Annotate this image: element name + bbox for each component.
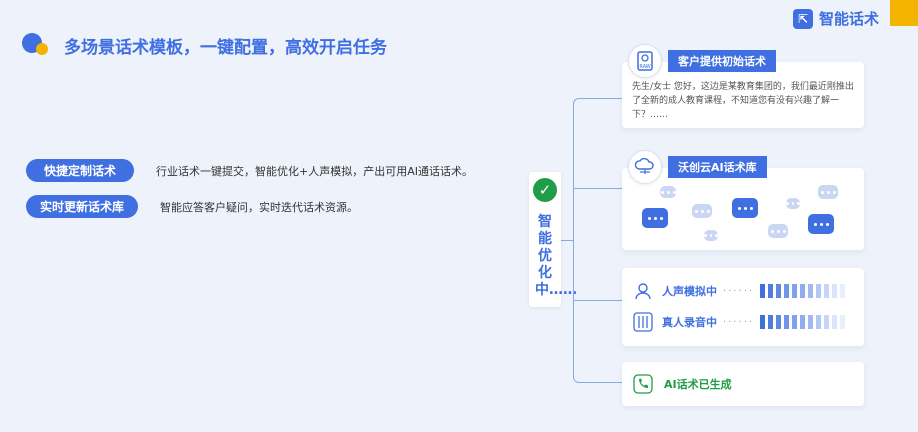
optimizing-text: 智能优化中…… — [535, 214, 577, 298]
flow-connector — [561, 240, 573, 241]
chat-bubble-icon — [692, 204, 712, 218]
brand-logo-icon: ⇱ — [793, 8, 813, 29]
optimizing-badge: ✓ 智能优化中…… — [529, 172, 577, 307]
feature-desc-custom: 行业话术一键提交，智能优化+人声模拟，产出可用AI通话话术。 — [156, 164, 473, 178]
phone-icon — [632, 373, 654, 395]
flow-connector — [573, 300, 623, 301]
card-head: 沃创云AI话术库 — [628, 150, 767, 184]
card-head: RAW 客户提供初始话术 — [628, 44, 776, 78]
raw-file-icon: RAW — [628, 44, 662, 78]
page-title: 多场景话术模板，一键配置，高效开启任务 — [64, 38, 387, 58]
voice-level-bars — [760, 284, 846, 298]
feature-update: 实时更新话术库 智能应答客户疑问，实时迭代话术资源。 — [26, 195, 358, 218]
card-tag-initial: 客户提供初始话术 — [668, 50, 776, 72]
chat-bubble-icon — [732, 198, 758, 218]
record-level-bars — [760, 315, 846, 329]
voice-sim-label: 人声模拟中 — [662, 285, 717, 298]
real-record-row: 真人录音中 ······ — [632, 311, 846, 333]
flow-bracket — [573, 98, 623, 383]
chat-bubble-icon — [768, 224, 788, 238]
cloud-network-icon — [628, 150, 662, 184]
card-tag-library: 沃创云AI话术库 — [668, 156, 767, 178]
voice-sim-dots: ······ — [723, 285, 755, 297]
done-label: AI话术已生成 — [664, 378, 732, 391]
initial-script-message: 先生/女士 您好，这边是某教育集团的，我们最近刚推出了全新的成人教育课程，不知道… — [632, 82, 854, 120]
feature-pill-custom[interactable]: 快捷定制话术 — [26, 159, 134, 182]
real-record-dots: ······ — [723, 316, 755, 328]
voice-sim-row: 人声模拟中 ······ — [632, 280, 846, 302]
chat-bubble-icon — [818, 185, 838, 199]
equalizer-icon — [632, 311, 654, 333]
svg-text:RAW: RAW — [639, 64, 650, 70]
check-circle-icon: ✓ — [533, 178, 557, 202]
chat-bubble-icon — [808, 214, 834, 234]
brand: ⇱ 智能话术 — [793, 8, 879, 29]
card-initial-script: RAW 客户提供初始话术 先生/女士 您好，这边是某教育集团的，我们最近刚推出了… — [622, 44, 864, 128]
feature-desc-update: 智能应答客户疑问，实时迭代话术资源。 — [160, 200, 359, 214]
card-processing: 人声模拟中 ······ 真人录音中 ······ — [622, 268, 864, 346]
brand-name: 智能话术 — [819, 10, 880, 28]
done-row: AI话术已生成 — [632, 373, 732, 395]
feature-pill-update[interactable]: 实时更新话术库 — [26, 195, 139, 218]
brand-accent-bar — [890, 0, 918, 26]
chat-bubble-icon — [704, 230, 719, 241]
chat-bubble-icon — [660, 186, 676, 198]
flow-connector — [573, 188, 623, 189]
chat-bubble-icon — [642, 208, 668, 228]
title-dots-icon — [22, 31, 52, 57]
card-ai-library: 沃创云AI话术库 — [622, 150, 864, 250]
person-voice-icon — [632, 280, 654, 302]
chat-bubble-icon — [786, 198, 801, 209]
card-done: AI话术已生成 — [622, 362, 864, 406]
real-record-label: 真人录音中 — [662, 316, 717, 329]
feature-custom: 快捷定制话术 行业话术一键提交，智能优化+人声模拟，产出可用AI通话话术。 — [26, 159, 473, 182]
